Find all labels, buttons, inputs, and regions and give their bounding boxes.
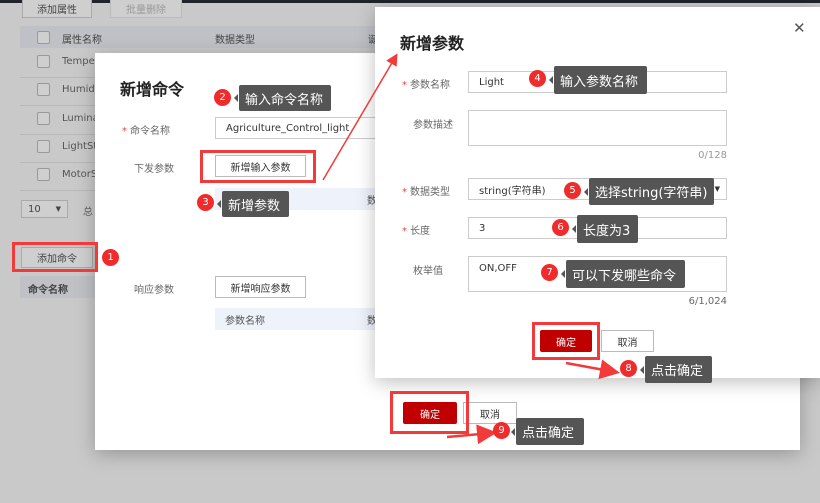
arrow-step-9	[446, 424, 497, 445]
step-tooltip: 长度为3	[572, 215, 638, 243]
step-badge: 4	[529, 70, 546, 87]
step-tooltip: 可以下发哪些命令	[561, 260, 685, 288]
step-tooltip: 输入命令名称	[234, 85, 331, 111]
arrow-step-8	[565, 359, 620, 380]
step-tooltip: 点击确定	[640, 356, 712, 383]
arrow-to-param-dialog	[322, 53, 398, 181]
step-badge: 9	[493, 422, 510, 439]
step-badge: 2	[214, 89, 231, 106]
step-tooltip: 选择string(字符串)	[584, 178, 714, 205]
step-badge: 6	[552, 219, 569, 236]
step-badge: 8	[620, 360, 637, 377]
step-badge: 5	[564, 182, 581, 199]
step-tooltip: 输入参数名称	[549, 66, 647, 94]
step-badge: 1	[102, 249, 119, 266]
step-badge: 3	[197, 194, 214, 211]
annotation-arrows	[322, 53, 620, 445]
step-tooltip: 点击确定	[511, 418, 584, 445]
step-badge: 7	[541, 264, 558, 281]
step-tooltip: 新增参数	[217, 191, 289, 217]
